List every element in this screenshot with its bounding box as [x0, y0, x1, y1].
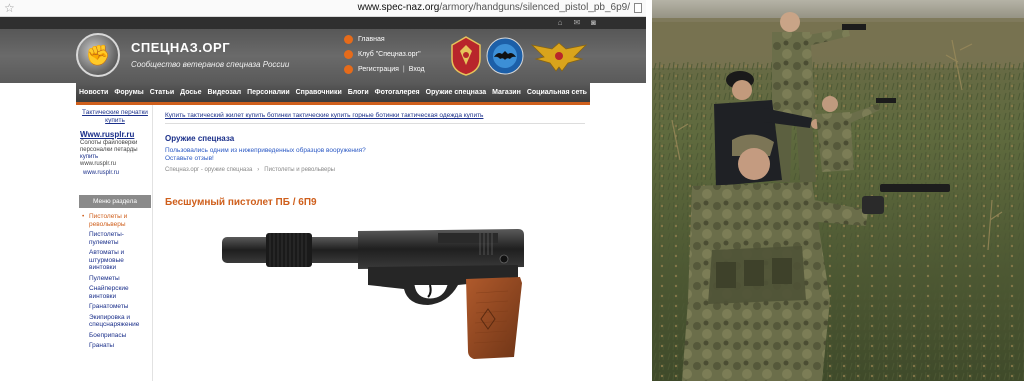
breadcrumb-item-pistols[interactable]: Пистолеты и револьверы — [264, 167, 335, 173]
home-link[interactable]: Главная — [358, 36, 385, 43]
sidebar-item-equipment[interactable]: Экипировка и спецснаряжение — [80, 314, 151, 329]
page-title: Бесшумный пистолет ПБ / 6П9 — [165, 197, 317, 208]
sidebar-ad-text: Солоты файловерки персоналки петарды — [80, 140, 138, 153]
site-header: ✊ СПЕЦНАЗ.ОРГ Сообщество ветеранов спецн… — [0, 29, 646, 83]
sidebar-item-machineguns[interactable]: Пулеметы — [80, 275, 151, 283]
page-icon — [634, 3, 642, 13]
site-logo[interactable]: ✊ — [76, 33, 120, 77]
spetsnaz-bat-emblem-icon — [486, 37, 524, 75]
review-question: Пользовались одним из нижеприведенных об… — [165, 147, 366, 154]
breadcrumb-separator: › — [257, 167, 260, 173]
sidebar-item-grenades[interactable]: Гранаты — [80, 342, 151, 350]
main-content: Купить тактический жилет купить ботинки … — [160, 105, 590, 381]
fsb-emblem-icon — [451, 36, 481, 76]
review-link[interactable]: Оставьте отзыв! — [165, 155, 366, 163]
nav-item-social[interactable]: Социальная сеть — [527, 89, 587, 96]
nav-item-shop[interactable]: Магазин — [492, 89, 521, 96]
sidebar-ad-top-link[interactable]: Тактические перчатки купить — [80, 109, 150, 125]
sidebar-menu-header: Меню раздела — [79, 195, 151, 208]
nav-item-articles[interactable]: Статьи — [150, 89, 174, 96]
register-link-icon — [344, 65, 353, 74]
pistol-image — [222, 229, 524, 359]
address-bar[interactable]: ☆ www.spec-naz.org/armory/handguns/silen… — [0, 0, 646, 17]
sidebar-item-smg[interactable]: Пистолеты-пулеметы — [80, 231, 151, 246]
main-nav: Новости Форумы Статьи Досье Видеозал Пер… — [76, 83, 590, 102]
star-icon[interactable]: ☆ — [4, 1, 15, 15]
login-link[interactable]: Вход — [409, 66, 425, 73]
mail-icon[interactable]: ✉ — [573, 18, 580, 28]
sidebar-item-rifles[interactable]: Автоматы и штурмовые винтовки — [80, 249, 151, 272]
content-divider — [165, 123, 585, 124]
link-separator: | — [402, 66, 405, 73]
nav-item-persons[interactable]: Персоналии — [247, 89, 290, 96]
sidebar-ad-link[interactable]: купить — [80, 154, 150, 161]
nav-item-photos[interactable]: Фотогалерея — [375, 89, 420, 96]
field-photo — [652, 0, 1024, 381]
home-link-icon — [344, 35, 353, 44]
section-title: Оружие спецназа — [165, 134, 235, 143]
rss-icon[interactable]: ◙ — [591, 18, 596, 28]
club-link[interactable]: Клуб "Спецназ.орг" — [358, 51, 421, 58]
home-icon[interactable]: ⌂ — [558, 18, 563, 28]
sidebar-menu: Пистолеты и револьверы Пистолеты-пулемет… — [80, 213, 151, 353]
browser-window: ☆ www.spec-naz.org/armory/handguns/silen… — [0, 0, 646, 381]
nav-item-weapons[interactable]: Оружие спецназа — [426, 89, 487, 96]
url-text[interactable]: www.spec-naz.org/armory/handguns/silence… — [358, 2, 630, 14]
breadcrumb: Спецназ.орг - оружие спецназа › Пистолеты … — [165, 167, 335, 173]
register-link[interactable]: Регистрация — [358, 66, 399, 73]
soldiers-shooting-photo — [652, 0, 1024, 381]
nav-item-reference[interactable]: Справочники — [296, 89, 342, 96]
sidebar-item-sniper[interactable]: Снайперские винтовки — [80, 285, 151, 300]
site-title[interactable]: СПЕЦНАЗ.ОРГ — [131, 40, 230, 55]
content-ads-line[interactable]: Купить тактический жилет купить ботинки … — [165, 112, 483, 119]
nav-item-dossier[interactable]: Досье — [180, 89, 201, 96]
sidebar-ad-url[interactable]: www.rusplr.ru — [83, 170, 119, 176]
nav-item-blogs[interactable]: Блоги — [348, 89, 369, 96]
sidebar: Тактические перчатки купить Www.rusplr.r… — [76, 105, 153, 381]
nav-item-forums[interactable]: Форумы — [114, 89, 143, 96]
nav-item-video[interactable]: Видеозал — [207, 89, 241, 96]
sidebar-ad: Www.rusplr.ru Солоты файловерки персонал… — [80, 130, 150, 168]
nav-item-news[interactable]: Новости — [79, 89, 108, 96]
fist-icon: ✊ — [85, 44, 111, 67]
sidebar-ad-domain: www.rusplr.ru — [80, 161, 117, 167]
sidebar-item-grenade-launchers[interactable]: Гранатометы — [80, 303, 151, 311]
review-prompt: Пользовались одним из нижеприведенных об… — [165, 147, 366, 163]
sidebar-item-ammo[interactable]: Боеприпасы — [80, 332, 151, 340]
sidebar-ad-title[interactable]: Www.rusplr.ru — [80, 130, 150, 140]
eagle-emblem-icon — [530, 42, 588, 72]
sidebar-item-pistols[interactable]: Пистолеты и револьверы — [80, 213, 151, 228]
header-links: Главная Клуб "Спецназ.орг" Регистрация | В… — [344, 32, 425, 77]
club-link-icon — [344, 50, 353, 59]
site-subtitle: Сообщество ветеранов спецназа России — [131, 60, 290, 69]
screenshot-collage: ☆ www.spec-naz.org/armory/handguns/silen… — [0, 0, 1024, 381]
breadcrumb-item-root[interactable]: Спецназ.орг - оружие спецназа — [165, 167, 252, 173]
site-top-strip: ⌂ ✉ ◙ — [0, 17, 646, 29]
